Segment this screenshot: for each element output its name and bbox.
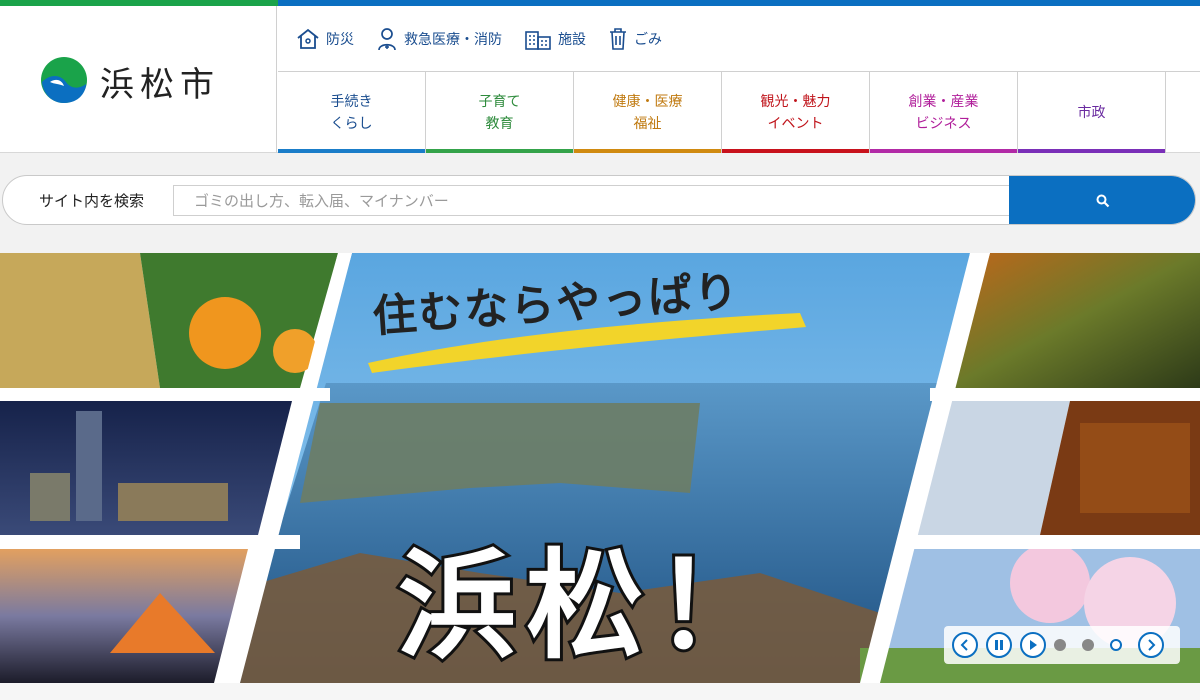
tab-underline (870, 149, 1017, 153)
chevron-right-icon (1148, 639, 1156, 651)
utility-nav: 防災 救急医療・消防 施設 ごみ (278, 6, 1200, 72)
util-label: ごみ (634, 31, 662, 48)
tab-label: 子育て 教育 (478, 93, 521, 132)
site-name: 浜松市 (100, 65, 220, 105)
tab-childcare[interactable]: 子育て 教育 (426, 72, 574, 153)
hero-headline: 浜松！ (395, 534, 783, 678)
divider (900, 535, 1200, 549)
chevron-left-icon (960, 639, 968, 651)
tab-label: 観光・魅力 イベント (760, 93, 831, 132)
hero-photo-camping (0, 549, 248, 683)
tab-city-government[interactable]: 市政 (1018, 72, 1166, 153)
orange-fruit (189, 297, 261, 369)
slider-controls (944, 626, 1180, 664)
divider (0, 388, 330, 401)
tab-underline (574, 149, 721, 153)
util-item-bousai[interactable]: 防災 (296, 28, 354, 50)
city-emblem-icon (41, 57, 87, 103)
divider (930, 388, 1200, 401)
util-item-facilities[interactable]: 施設 (524, 28, 586, 50)
tab-procedures[interactable]: 手続き くらし (278, 72, 426, 153)
tab-label: 市政 (1077, 104, 1106, 121)
tab-label: 健康・医療 福祉 (612, 93, 683, 132)
slide-dot[interactable] (1054, 639, 1066, 651)
slide-dot[interactable] (1082, 639, 1094, 651)
building-icon (525, 30, 551, 50)
trash-icon (610, 27, 626, 50)
medical-staff-icon (378, 27, 396, 50)
pause-button[interactable] (986, 632, 1012, 658)
tab-tourism[interactable]: 観光・魅力 イベント (722, 72, 870, 153)
play-icon (1030, 640, 1037, 650)
site-search: サイト内を検索 (2, 175, 1196, 225)
main-nav: 手続き くらし 子育て 教育 健康・医療 福祉 観光・魅力 イベント 創業・産業… (278, 72, 1166, 153)
tab-label: 手続き くらし (330, 93, 373, 132)
pause-icon (995, 640, 1003, 650)
search-button[interactable] (1009, 176, 1195, 224)
slide-dot-active[interactable] (1110, 639, 1122, 651)
util-label: 防災 (326, 31, 354, 48)
tab-underline (1018, 149, 1165, 153)
tab-label: 創業・産業 ビジネス (908, 93, 979, 132)
hero-photo-potatoes (0, 253, 160, 388)
util-item-emergency[interactable]: 救急医療・消防 (376, 27, 502, 51)
building (30, 473, 70, 521)
tower (76, 411, 102, 521)
site-header: 浜松市 防災 救急医療・消防 施設 ごみ 手続き くらし 子育て 教育 健康・医… (0, 6, 1200, 153)
blossom (1010, 543, 1090, 623)
prev-slide-button[interactable] (952, 632, 978, 658)
house-icon (297, 28, 319, 49)
bottom-strip (0, 683, 1200, 700)
eel-grill (1080, 423, 1190, 513)
tab-business[interactable]: 創業・産業 ビジネス (870, 72, 1018, 153)
search-icon (1096, 194, 1110, 208)
tab-underline (278, 149, 425, 153)
play-button[interactable] (1020, 632, 1046, 658)
tab-underline (722, 149, 869, 153)
hero-photo-autumn-valley (950, 253, 1200, 388)
search-input[interactable] (173, 185, 1011, 216)
logo-link[interactable]: 浜松市 (0, 6, 277, 153)
next-slide-button[interactable] (1138, 632, 1164, 658)
building (118, 483, 228, 521)
tab-health[interactable]: 健康・医療 福祉 (574, 72, 722, 153)
tab-underline (426, 149, 573, 153)
divider (0, 535, 300, 549)
util-label: 施設 (558, 31, 586, 48)
util-item-garbage[interactable]: ごみ (608, 27, 662, 51)
util-label: 救急医療・消防 (404, 31, 502, 48)
search-label: サイト内を検索 (39, 192, 145, 210)
